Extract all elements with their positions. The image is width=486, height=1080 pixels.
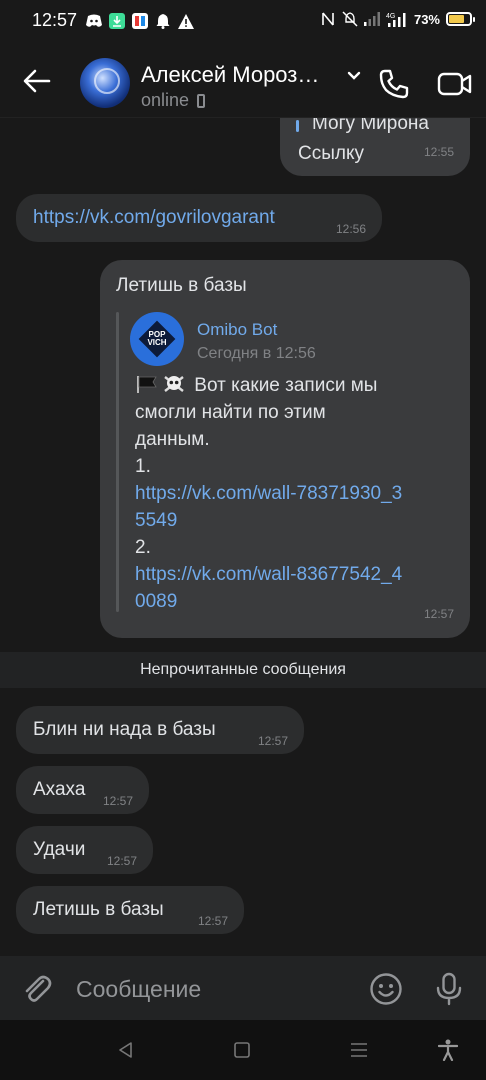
message-time: 12:55: [423, 145, 454, 159]
message-time: 12:56: [335, 222, 366, 236]
forward-line: смогли найти по этим: [135, 402, 326, 423]
bot-avatar-text: POP VICH: [147, 330, 167, 347]
back-arrow-icon: [23, 69, 51, 93]
mobile-device-icon: [197, 93, 206, 108]
emoji-icon: [370, 973, 402, 1005]
message-outgoing-forwarded[interactable]: Летишь в базы POP VICH Omibo Bot Сегодня…: [100, 260, 470, 638]
forward-body: Вот какие записи мы смогли найти по этим…: [135, 372, 453, 615]
nav-back-icon: [119, 1042, 132, 1058]
forward-link[interactable]: https://vk.com/wall-83677542_4: [135, 561, 453, 588]
warning-icon: [178, 13, 194, 29]
chevron-down-icon[interactable]: [346, 68, 362, 84]
forward-line: Вот какие записи мы: [135, 372, 453, 399]
status-time: 12:57: [32, 10, 78, 30]
forward-line: данным.: [135, 429, 210, 450]
message-text: Ахаха: [33, 779, 86, 800]
message-text: Блин ни нада в базы: [33, 719, 216, 740]
status-bar: 12:57 4G 73%: [0, 0, 486, 44]
forward-author[interactable]: Omibo Bot: [197, 316, 277, 343]
microphone-icon: [436, 972, 462, 1006]
mute-icon: [342, 11, 358, 27]
message-incoming[interactable]: Ахаха 12:57: [16, 766, 149, 814]
battery-percent: 73%: [413, 11, 440, 27]
message-input[interactable]: [76, 974, 346, 1004]
message-time: 12:57: [106, 854, 137, 868]
download-icon: [109, 13, 125, 29]
nfc-icon: [320, 11, 336, 27]
message-time: 12:57: [257, 734, 288, 748]
nav-back-button[interactable]: [114, 1038, 138, 1062]
nav-home-icon: [234, 1042, 250, 1058]
message-composer: [0, 956, 486, 1020]
system-icons: 4G 73%: [320, 11, 475, 27]
system-nav-bar: [0, 1020, 486, 1080]
paperclip-icon: [25, 975, 52, 1002]
app-icon: [132, 13, 148, 29]
message-list[interactable]: Могу Мирона Ссылку 12:55 https://vk.com/…: [0, 118, 486, 956]
message-text: Летишь в базы: [33, 899, 164, 920]
forward-bar: [116, 312, 119, 612]
forward-line: 1.: [135, 456, 151, 477]
forward-line-text: Вот какие записи мы: [194, 375, 378, 396]
status-text: online: [141, 90, 190, 110]
message-text: Летишь в базы: [116, 275, 247, 296]
notification-icons: [86, 13, 194, 29]
accessibility-icon: [438, 1039, 458, 1061]
nav-menu-icon: [351, 1043, 367, 1057]
black-flag-icon: [137, 376, 157, 393]
discord-icon: [86, 13, 102, 29]
nav-home-button[interactable]: [230, 1038, 254, 1062]
accessibility-button[interactable]: [436, 1038, 460, 1062]
contact-status: online: [141, 90, 206, 111]
reply-quote-text: Могу Мирона: [312, 118, 429, 134]
bot-avatar[interactable]: POP VICH: [130, 312, 184, 366]
emoji-button[interactable]: [367, 970, 405, 1008]
attach-button[interactable]: [18, 970, 56, 1008]
avatar[interactable]: [80, 58, 130, 108]
video-call-icon: [437, 72, 472, 96]
forward-link[interactable]: https://vk.com/wall-78371930_3: [135, 480, 453, 507]
message-link[interactable]: https://vk.com/govrilovgarant: [33, 204, 275, 231]
bell-icon: [155, 13, 171, 29]
forward-line: 2.: [135, 537, 151, 558]
call-button[interactable]: [374, 64, 414, 104]
battery-icon: [446, 12, 475, 26]
video-call-button[interactable]: [434, 64, 476, 104]
message-incoming[interactable]: Блин ни нада в базы 12:57: [16, 706, 304, 754]
skull-crossbones-icon: [164, 376, 184, 392]
back-button[interactable]: [18, 62, 56, 100]
signal-weak-icon: [363, 11, 380, 27]
nav-recents-button[interactable]: [347, 1038, 371, 1062]
unread-divider: Непрочитанные сообщения: [0, 652, 486, 688]
voice-message-button[interactable]: [430, 970, 468, 1008]
message-outgoing[interactable]: Могу Мирона Ссылку 12:55: [280, 118, 470, 176]
message-time: 12:57: [102, 794, 133, 808]
chat-header: Алексей Мороз… online: [0, 44, 486, 118]
forward-link[interactable]: 0089: [135, 588, 453, 615]
message-incoming[interactable]: Летишь в базы 12:57: [16, 886, 244, 934]
message-text: Ссылку: [298, 143, 364, 164]
message-text: Удачи: [33, 839, 86, 860]
signal-4g-icon: 4G: [386, 11, 408, 27]
message-time: 12:57: [197, 914, 228, 928]
message-incoming[interactable]: Удачи 12:57: [16, 826, 153, 874]
forward-link[interactable]: 5549: [135, 507, 453, 534]
network-type: 4G: [386, 13, 395, 20]
phone-icon: [379, 69, 409, 99]
contact-name[interactable]: Алексей Мороз…: [141, 62, 319, 88]
forward-date: Сегодня в 12:56: [197, 345, 316, 362]
battery-level: [449, 15, 464, 23]
reply-quote-bar: [296, 120, 299, 132]
message-time: 12:57: [423, 607, 454, 621]
message-incoming[interactable]: https://vk.com/govrilovgarant 12:56: [16, 194, 382, 242]
